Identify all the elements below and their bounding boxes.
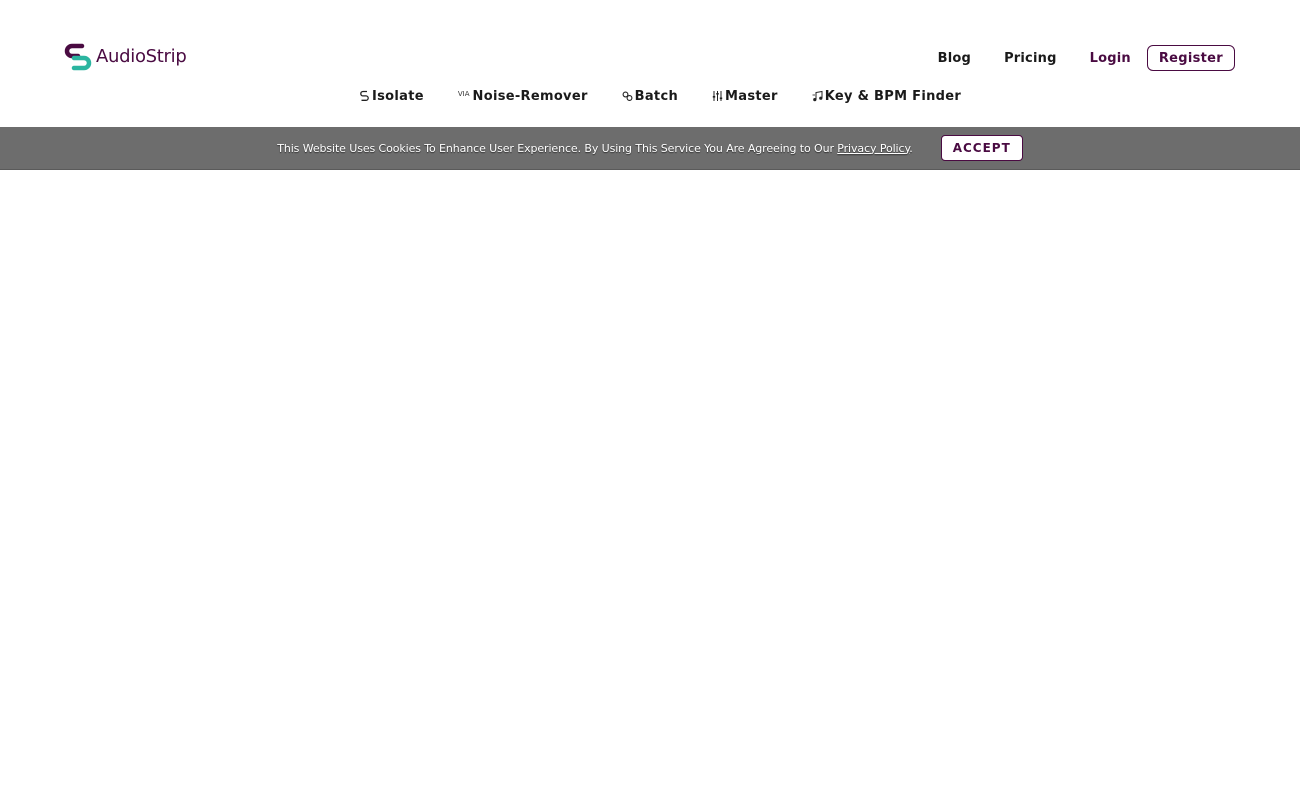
cookie-message: This Website Uses Cookies To Enhance Use… bbox=[277, 141, 913, 155]
via-icon: VIA bbox=[457, 90, 470, 98]
link-icon bbox=[622, 91, 633, 101]
accept-cookies-button[interactable]: ACCEPT bbox=[940, 135, 1023, 161]
cookie-message-text: This Website Uses Cookies To Enhance Use… bbox=[277, 141, 838, 155]
audiostrip-logo-icon bbox=[64, 43, 92, 71]
tool-key-bpm-finder-label: Key & BPM Finder bbox=[824, 88, 962, 104]
tool-isolate[interactable]: Isolate bbox=[359, 89, 424, 104]
brand-logo[interactable]: AudioStrip bbox=[64, 42, 187, 72]
brand-name: AudioStrip bbox=[96, 46, 187, 67]
tool-master-label: Master bbox=[725, 88, 778, 104]
tool-noise-remover[interactable]: VIA Noise-Remover bbox=[458, 89, 588, 104]
site-header: AudioStrip Blog Pricing Login Register I… bbox=[0, 0, 1300, 127]
equalizer-icon bbox=[712, 91, 723, 101]
tool-isolate-label: Isolate bbox=[372, 88, 424, 104]
music-note-icon bbox=[812, 90, 823, 102]
register-button[interactable]: Register bbox=[1146, 45, 1235, 71]
tool-master[interactable]: Master bbox=[712, 89, 778, 104]
tool-batch[interactable]: Batch bbox=[622, 89, 678, 104]
nav-login-link[interactable]: Login bbox=[1090, 51, 1131, 66]
privacy-policy-link[interactable]: Privacy Policy bbox=[837, 142, 909, 155]
nav-blog-link[interactable]: Blog bbox=[938, 51, 971, 66]
top-navigation: Blog Pricing Login Register bbox=[905, 44, 1235, 72]
nav-pricing-link[interactable]: Pricing bbox=[1004, 51, 1057, 66]
cookie-banner: This Website Uses Cookies To Enhance Use… bbox=[0, 127, 1300, 170]
strip-s-icon bbox=[360, 90, 369, 101]
tool-batch-label: Batch bbox=[634, 88, 679, 104]
tool-key-bpm-finder[interactable]: Key & BPM Finder bbox=[812, 89, 961, 104]
cookie-message-trailing: . bbox=[909, 141, 913, 155]
tool-noise-remover-label: Noise-Remover bbox=[472, 88, 588, 104]
tools-navigation: Isolate VIA Noise-Remover Batch Master K… bbox=[359, 86, 961, 106]
